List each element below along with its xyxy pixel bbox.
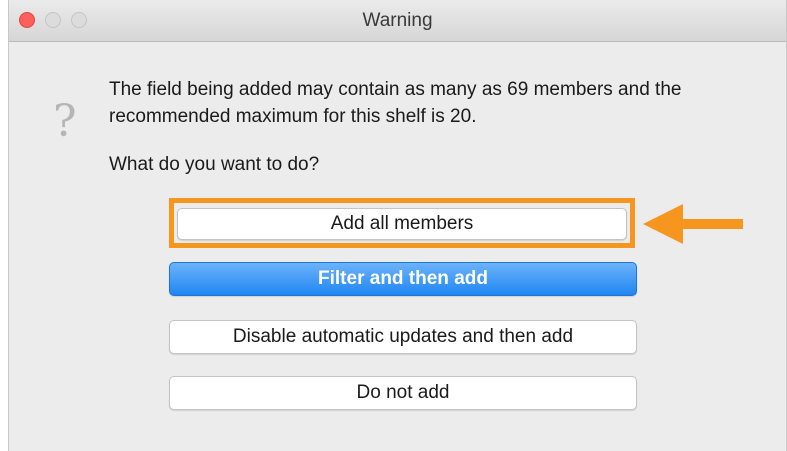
title-bar: Warning	[9, 0, 786, 42]
do-not-add-button[interactable]: Do not add	[169, 376, 637, 410]
dialog-prompt: What do you want to do?	[109, 154, 320, 175]
disable-automatic-updates-button[interactable]: Disable automatic updates and then add	[169, 320, 637, 354]
annotation-highlight-box: Add all members	[169, 198, 635, 248]
question-mark-icon: ?	[53, 96, 77, 147]
warning-message: The field being added may contain as man…	[109, 79, 682, 127]
add-all-members-button[interactable]: Add all members	[177, 208, 627, 240]
arrow-left-icon	[643, 204, 743, 244]
filter-and-then-add-button[interactable]: Filter and then add	[169, 262, 637, 296]
warning-dialog-window: Warning ? The field being added may cont…	[8, 0, 787, 451]
window-title: Warning	[362, 10, 433, 31]
